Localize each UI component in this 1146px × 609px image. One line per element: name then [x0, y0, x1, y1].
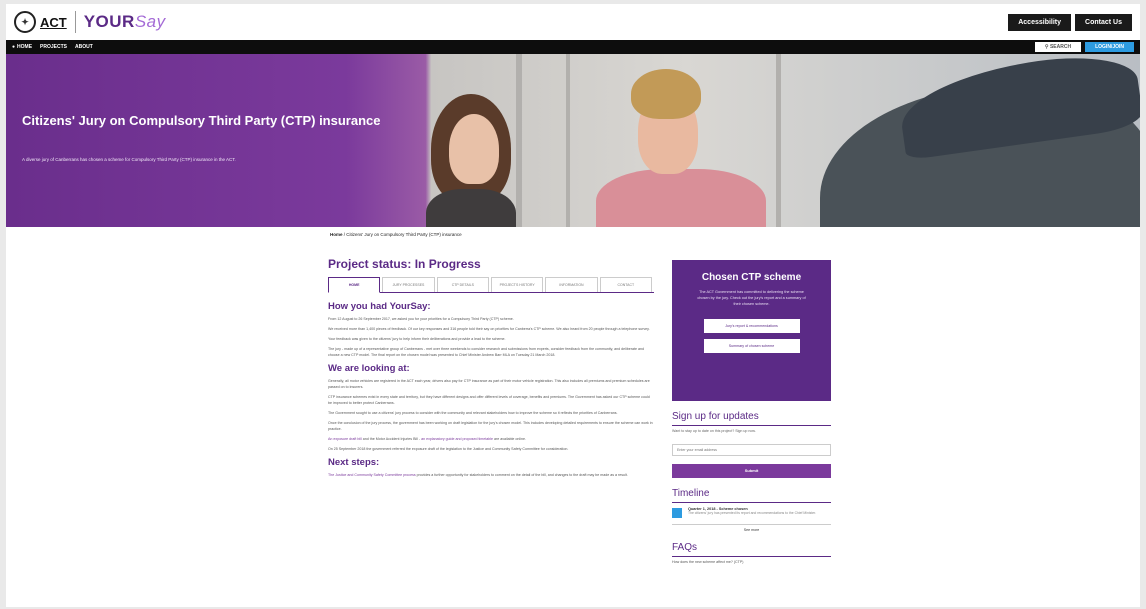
chosen-scheme-text: The ACT Government has committed to deli…	[697, 290, 806, 307]
yoursay-logo-your: YOUR	[83, 12, 135, 31]
site-header: ✦ ACT YOURSay Accessibility Contact Us	[6, 4, 1140, 40]
submit-button[interactable]: Submit	[672, 463, 831, 478]
tab-home[interactable]: HOME	[328, 277, 381, 293]
exposure-draft-link[interactable]: An exposure draft bill	[328, 437, 362, 441]
signup-text: Want to stay up to date on this project?…	[672, 429, 756, 433]
project-tabs: HOME JURY PROCESSES CTP DETAILS PROJECTS…	[328, 277, 654, 293]
see-more-link[interactable]: See more	[672, 523, 831, 532]
logo-divider	[74, 11, 76, 33]
tab-contact[interactable]: CONTACT	[599, 277, 652, 292]
nav-item-about[interactable]: ABOUT	[75, 44, 93, 50]
accessibility-button[interactable]: Accessibility	[1008, 13, 1072, 31]
committee-process-link[interactable]: The Justice and Community Safety Committ…	[328, 473, 416, 477]
home-icon: ●	[12, 44, 16, 50]
paragraph: From 12 August to 26 September 2017, we …	[328, 317, 514, 321]
page-frame: ✦ ACT YOURSay Accessibility Contact Us ●…	[6, 4, 1140, 607]
paragraph-with-links: The Justice and Community Safety Committ…	[328, 472, 654, 478]
act-logo[interactable]: ✦ ACT	[14, 11, 67, 33]
act-crest-icon: ✦	[14, 11, 36, 33]
chosen-scheme-title: Chosen CTP scheme	[701, 272, 802, 283]
link-para-text: and the Motor Accident Injuries Bill -	[361, 437, 422, 442]
breadcrumb: Home / Citizens' Jury on Compulsory Thir…	[330, 232, 462, 237]
search-button-label: SEARCH	[1049, 44, 1072, 50]
hero-subtitle: A diverse jury of Canberrans has chosen …	[22, 157, 236, 162]
hero-man-body	[596, 169, 766, 227]
yoursay-logo[interactable]: YOURSay	[84, 12, 166, 32]
breadcrumb-home[interactable]: Home	[330, 232, 343, 237]
paragraph-with-links: An exposure draft bill and the Motor Acc…	[328, 436, 654, 442]
timeline-heading: Timeline	[672, 488, 831, 503]
header-links: Accessibility Contact Us	[1008, 13, 1132, 31]
signup-heading: Sign up for updates	[672, 411, 831, 426]
paragraph: CTP insurance schemes exist in every sta…	[328, 394, 650, 405]
act-logo-text: ACT	[40, 14, 67, 30]
jury-report-button[interactable]: Jury's report & recommendations	[703, 319, 800, 334]
section-heading-how: How you had YourSay:	[328, 301, 431, 312]
hero-title: Citizens' Jury on Compulsory Third Party…	[22, 113, 381, 128]
tab-projects-history[interactable]: PROJECTS HISTORY	[490, 277, 544, 292]
timeline-icon	[672, 507, 682, 518]
sidebar: Chosen CTP scheme The ACT Government has…	[672, 260, 831, 564]
paragraph: Your feedback was given to the citizens'…	[328, 337, 506, 342]
faqs-heading: FAQs	[672, 542, 831, 557]
paragraph: Generally, all motor vehicles are regist…	[328, 378, 650, 389]
breadcrumb-current: / Citizens' Jury on Compulsory Third Par…	[343, 232, 462, 237]
explanatory-guide-link[interactable]: an explanatory guide and proposed timeta…	[421, 437, 493, 441]
hero-tree	[566, 54, 570, 227]
paragraph: On 25 September 2018 the government refe…	[328, 447, 569, 452]
search-button[interactable]: ⚲ SEARCH	[1034, 42, 1082, 52]
hero-woman-body	[426, 189, 516, 227]
nav-item-home-label: HOME	[17, 44, 33, 50]
main-nav: ● HOME PROJECTS ABOUT ⚲ SEARCH LOGIN/JOIN	[6, 40, 1140, 54]
yoursay-logo-say: Say	[134, 12, 166, 31]
hero-woman-face	[449, 114, 499, 184]
contact-us-button[interactable]: Contact Us	[1075, 13, 1132, 31]
next-steps-text: provides a further opportunity for stake…	[415, 472, 628, 477]
hero-tree	[776, 54, 781, 227]
hero-man-hair	[631, 69, 701, 119]
section-heading-looking: We are looking at:	[328, 362, 410, 374]
tab-jury-processes[interactable]: JURY PROCESSES	[382, 277, 435, 292]
login-join-button[interactable]: LOGIN/JOIN	[1085, 42, 1134, 52]
paragraph: The Government sought to use a citizens'…	[328, 410, 618, 415]
email-field[interactable]	[672, 444, 831, 456]
link-para-tail: are available online.	[493, 437, 526, 442]
tab-information[interactable]: INFORMATION	[545, 277, 598, 292]
nav-item-projects[interactable]: PROJECTS	[40, 44, 67, 50]
timeline-item[interactable]: Quarter 1, 2018 - Scheme chosen The citi…	[672, 507, 831, 518]
hero-tree	[516, 54, 522, 227]
project-status-title: Project status: In Progress	[328, 257, 481, 271]
nav-right: ⚲ SEARCH LOGIN/JOIN	[1034, 42, 1134, 52]
timeline-description: The citizens' jury has presented its rep…	[688, 510, 817, 515]
tab-ctp-details[interactable]: CTP DETAILS	[436, 277, 489, 292]
nav-item-home[interactable]: ● HOME	[12, 44, 32, 50]
chosen-scheme-panel: Chosen CTP scheme The ACT Government has…	[672, 260, 831, 401]
hero-banner: Citizens' Jury on Compulsory Third Party…	[6, 54, 1140, 227]
paragraph: We received more than 1,400 pieces of fe…	[328, 327, 650, 332]
main-content: Project status: In Progress HOME JURY PR…	[328, 257, 654, 482]
section-heading-next: Next steps:	[328, 456, 380, 468]
faq-item[interactable]: How does the new scheme affect me? (CTP)	[672, 560, 831, 564]
scheme-summary-button[interactable]: Summary of chosen scheme	[703, 339, 800, 354]
paragraph: The jury - made up of a representative g…	[328, 347, 644, 358]
paragraph: Once the conclusion of the jury process,…	[328, 421, 653, 432]
